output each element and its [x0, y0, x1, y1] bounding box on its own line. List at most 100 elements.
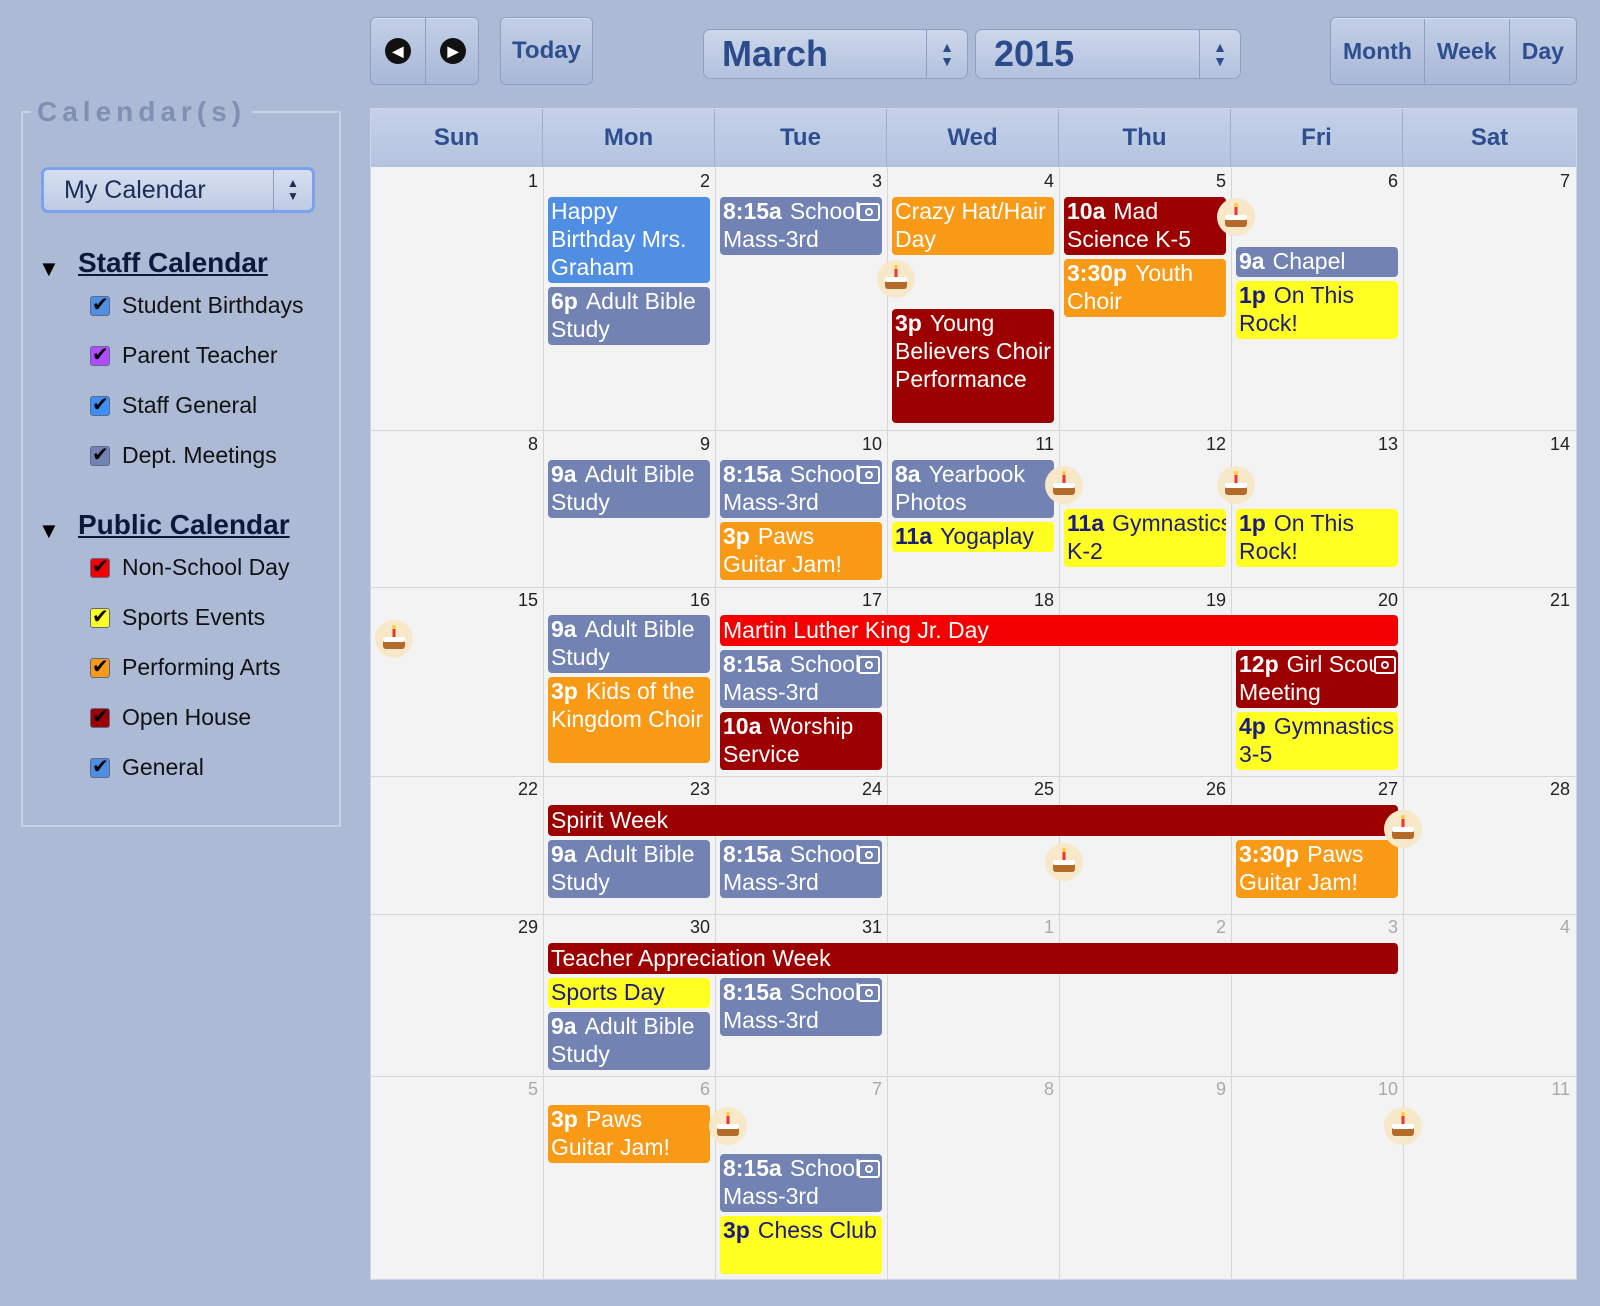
day-number[interactable]: 8	[1014, 1079, 1054, 1100]
day-number[interactable]: 6	[670, 1079, 710, 1100]
birthday-cake-icon[interactable]	[1044, 465, 1084, 505]
day-number[interactable]: 29	[498, 917, 538, 938]
calendar-event[interactable]: 9a Adult Bible Study	[548, 1012, 710, 1070]
collapse-triangle-icon[interactable]: ▼	[38, 256, 60, 282]
birthday-cake-icon[interactable]	[1216, 197, 1256, 237]
day-view-button[interactable]: Day	[1508, 19, 1576, 83]
calendar-toggle[interactable]: Staff General	[90, 392, 257, 419]
calendar-event[interactable]: Sports Day	[548, 978, 710, 1008]
calendar-event[interactable]: 8:15a School Mass-3rd	[720, 650, 882, 708]
calendar-event[interactable]: 9a Adult Bible Study	[548, 460, 710, 518]
day-number[interactable]: 8	[498, 434, 538, 455]
birthday-cake-icon[interactable]	[1383, 809, 1423, 849]
birthday-cake-icon[interactable]	[1044, 842, 1084, 882]
calendar-event[interactable]: 1p On This Rock!	[1236, 509, 1398, 567]
prev-button[interactable]: ◀	[371, 18, 425, 84]
calendar-event[interactable]: 9a Adult Bible Study	[548, 615, 710, 673]
checkbox[interactable]	[90, 292, 110, 316]
day-number[interactable]: 10	[842, 434, 882, 455]
month-select[interactable]: March ▲ ▼	[703, 29, 968, 79]
day-number[interactable]: 3	[842, 171, 882, 192]
calendar-event[interactable]: 3p Paws Guitar Jam!	[720, 522, 882, 580]
calendar-event[interactable]: 11a Yogaplay	[892, 522, 1054, 552]
day-number[interactable]: 18	[1014, 590, 1054, 611]
calendar-toggle[interactable]: Non-School Day	[90, 554, 289, 581]
day-number[interactable]: 19	[1186, 590, 1226, 611]
calendar-select[interactable]: My Calendar ▲ ▼	[41, 167, 315, 213]
day-number[interactable]: 13	[1358, 434, 1398, 455]
day-number[interactable]: 9	[1186, 1079, 1226, 1100]
collapse-triangle-icon[interactable]: ▼	[38, 518, 60, 544]
day-number[interactable]: 20	[1358, 590, 1398, 611]
calendar-toggle[interactable]: Open House	[90, 704, 251, 731]
calendar-toggle[interactable]: Student Birthdays	[90, 292, 304, 319]
day-number[interactable]: 2	[670, 171, 710, 192]
birthday-cake-icon[interactable]	[1216, 465, 1256, 505]
day-number[interactable]: 14	[1530, 434, 1570, 455]
day-number[interactable]: 22	[498, 779, 538, 800]
calendar-event-multiday[interactable]: Martin Luther King Jr. Day	[720, 615, 1398, 646]
birthday-cake-icon[interactable]	[876, 259, 916, 299]
calendar-toggle[interactable]: General	[90, 754, 204, 781]
day-number[interactable]: 24	[842, 779, 882, 800]
day-number[interactable]: 1	[1014, 917, 1054, 938]
day-number[interactable]: 9	[670, 434, 710, 455]
calendar-event[interactable]: 6p Adult Bible Study	[548, 287, 710, 345]
calendar-event[interactable]: 12p Girl Scout Meeting	[1236, 650, 1398, 708]
day-number[interactable]: 28	[1530, 779, 1570, 800]
calendar-event[interactable]: 3p Chess Club	[720, 1216, 882, 1274]
calendar-event[interactable]: 1p On This Rock!	[1236, 281, 1398, 339]
day-number[interactable]: 7	[1530, 171, 1570, 192]
checkbox[interactable]	[90, 604, 110, 628]
calendar-toggle[interactable]: Performing Arts	[90, 654, 281, 681]
calendar-event[interactable]: 3p Paws Guitar Jam!	[548, 1105, 710, 1163]
calendar-event[interactable]: 3:30p Paws Guitar Jam!	[1236, 840, 1398, 898]
calendar-event[interactable]: 11a Gymnastics K-2	[1064, 509, 1226, 567]
birthday-cake-icon[interactable]	[1383, 1106, 1423, 1146]
calendar-event[interactable]: 9a Chapel	[1236, 247, 1398, 277]
birthday-cake-icon[interactable]	[708, 1106, 748, 1146]
next-button[interactable]: ▶	[425, 18, 480, 84]
day-number[interactable]: 5	[498, 1079, 538, 1100]
calendar-event[interactable]: 8:15a School Mass-3rd	[720, 840, 882, 898]
day-number[interactable]: 12	[1186, 434, 1226, 455]
calendar-toggle[interactable]: Parent Teacher	[90, 342, 278, 369]
day-number[interactable]: 26	[1186, 779, 1226, 800]
day-number[interactable]: 10	[1358, 1079, 1398, 1100]
day-number[interactable]: 2	[1186, 917, 1226, 938]
day-number[interactable]: 7	[842, 1079, 882, 1100]
day-number[interactable]: 17	[842, 590, 882, 611]
today-button[interactable]: Today	[500, 17, 593, 85]
calendar-event[interactable]: 3:30p Youth Choir	[1064, 259, 1226, 317]
calendar-event[interactable]: Happy Birthday Mrs. Graham	[548, 197, 710, 283]
calendar-event[interactable]: 9a Adult Bible Study	[548, 840, 710, 898]
week-view-button[interactable]: Week	[1423, 19, 1509, 83]
calendar-event[interactable]: 10a Worship Service	[720, 712, 882, 770]
month-view-button[interactable]: Month	[1331, 19, 1424, 83]
day-number[interactable]: 11	[1014, 434, 1054, 455]
calendar-event[interactable]: 8:15a School Mass-3rd	[720, 460, 882, 518]
calendar-event[interactable]: 4p Gymnastics 3-5	[1236, 712, 1398, 770]
checkbox[interactable]	[90, 654, 110, 678]
birthday-cake-icon[interactable]	[374, 619, 414, 659]
calendar-event[interactable]: 8:15a School Mass-3rd	[720, 197, 882, 255]
day-number[interactable]: 31	[842, 917, 882, 938]
checkbox[interactable]	[90, 442, 110, 466]
calendar-toggle[interactable]: Sports Events	[90, 604, 265, 631]
day-number[interactable]: 3	[1358, 917, 1398, 938]
day-number[interactable]: 5	[1186, 171, 1226, 192]
checkbox[interactable]	[90, 754, 110, 778]
calendar-event[interactable]: 8:15a School Mass-3rd	[720, 1154, 882, 1212]
day-number[interactable]: 11	[1530, 1079, 1570, 1100]
calendar-event[interactable]: 8a Yearbook Photos	[892, 460, 1054, 518]
day-number[interactable]: 4	[1014, 171, 1054, 192]
checkbox[interactable]	[90, 342, 110, 366]
staff-calendar-link[interactable]: Staff Calendar	[78, 247, 268, 279]
calendar-event-multiday[interactable]: Teacher Appreciation Week	[548, 943, 1398, 974]
checkbox[interactable]	[90, 392, 110, 416]
day-number[interactable]: 4	[1530, 917, 1570, 938]
public-calendar-link[interactable]: Public Calendar	[78, 509, 290, 541]
year-select[interactable]: 2015 ▲ ▼	[975, 29, 1241, 79]
day-number[interactable]: 27	[1358, 779, 1398, 800]
day-number[interactable]: 6	[1358, 171, 1398, 192]
